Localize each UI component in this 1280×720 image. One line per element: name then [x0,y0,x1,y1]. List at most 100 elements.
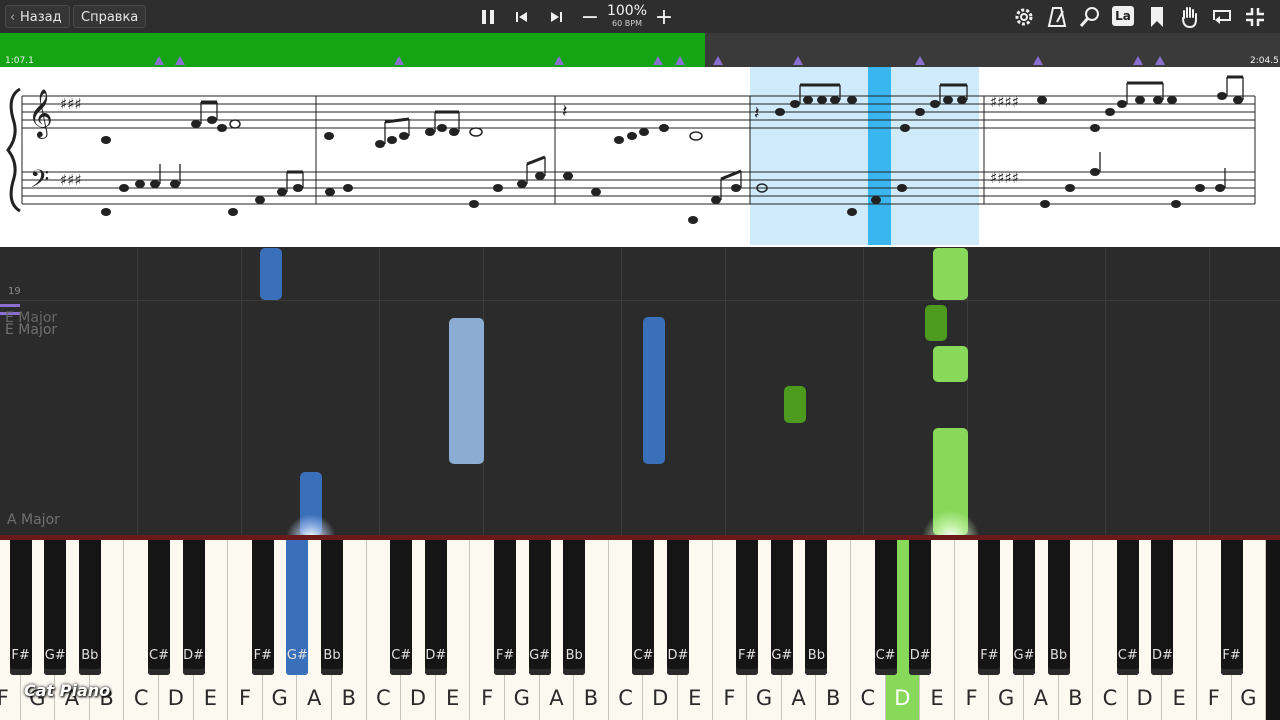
white-key-label: A [307,686,322,710]
right-hand-note [925,305,947,341]
tempo-decrease-button[interactable]: − [579,4,601,30]
black-key[interactable]: F# [978,540,1001,675]
white-key-label: B [1068,686,1083,710]
tempo-increase-button[interactable]: + [653,4,675,30]
key-guide-line [1105,248,1106,535]
bookmark-marker[interactable] [675,56,685,65]
black-key[interactable]: D# [1151,540,1174,675]
black-key[interactable]: C# [148,540,170,675]
fullscreen-exit-button[interactable] [1244,6,1266,28]
svg-text:♯♯♯: ♯♯♯ [60,171,82,189]
end-time: 2:04.5 [1250,56,1279,66]
black-key-label: G# [286,648,308,663]
black-key[interactable]: F# [1220,540,1243,675]
white-key-label: B [825,686,841,710]
loop-icon [1213,10,1231,24]
song-progress-bar[interactable]: 1:07.1 2:04.5 [0,33,1280,67]
help-button-label: Справка [81,10,139,25]
black-key[interactable]: C# [632,540,655,675]
bookmark-marker[interactable] [1133,56,1143,65]
white-key-label: E [203,686,218,710]
white-key-label: E [688,686,702,710]
bookmark-icon [1151,7,1163,27]
sheet-music-panel[interactable]: 𝄞 𝄢 ♯♯♯ ♯♯♯ ♯♯♯♯ ♯♯♯♯ 𝄽 𝄽 [0,67,1280,247]
black-key-label: C# [875,648,896,663]
bookmark-marker[interactable] [793,56,803,65]
zoom-button[interactable] [1079,6,1101,28]
bookmark-marker[interactable] [653,56,663,65]
black-key[interactable]: Bb [563,540,586,675]
piano-keyboard[interactable]: F G A B C D E F G A B C D E F G A B C D E F G A B C D E F G A B C D E F G F# G… [0,535,1280,720]
black-key-label: D# [1151,648,1173,663]
black-key[interactable]: F# [494,540,516,675]
black-key[interactable]: D# [909,540,932,675]
key-change-marker [0,304,20,307]
black-key[interactable]: Bb [321,540,343,675]
black-key-pressed[interactable]: G# [286,540,309,675]
next-button[interactable] [545,5,567,29]
bookmark-marker[interactable] [394,56,404,65]
plus-icon: + [654,4,674,30]
help-button[interactable]: Справка [73,5,147,28]
hand-button[interactable] [1179,6,1201,29]
black-key[interactable]: D# [667,540,689,675]
black-key[interactable]: Bb [1047,540,1070,675]
black-key-label: G# [44,648,66,663]
metronome-button[interactable] [1046,6,1068,28]
white-key-label: E [1172,686,1186,710]
black-key-label: C# [149,648,169,663]
top-toolbar: ‹ Назад Справка − 100% 60 BPM + La [0,0,1280,33]
white-key-label: B [341,686,356,710]
white-key-label: C [860,686,876,710]
tempo-bpm: 60 BPM [612,19,642,28]
tempo-display: 100% 60 BPM [604,4,650,29]
black-key[interactable]: D# [182,540,205,675]
black-key[interactable]: F# [251,540,274,675]
white-key-label: C [133,686,149,710]
settings-button[interactable] [1013,6,1035,28]
pause-button[interactable] [477,5,499,29]
black-key[interactable]: G# [528,540,551,675]
bookmark-marker[interactable] [915,56,925,65]
previous-button[interactable] [511,5,533,29]
left-hand-note [449,318,484,464]
svg-text:𝄞: 𝄞 [28,88,53,139]
bookmark-marker[interactable] [554,56,564,65]
bookmark-marker[interactable] [175,56,185,65]
note-labels-icon: La [1115,9,1131,23]
black-key[interactable]: F# [736,540,759,675]
black-key[interactable]: G# [44,540,67,675]
black-key[interactable]: C# [390,540,413,675]
back-button-label: Назад [20,10,62,25]
loop-button[interactable] [1211,6,1233,28]
black-key-label: C# [633,648,654,663]
falling-notes-area: 19 E Major E Major A Major [0,248,1280,535]
black-key[interactable]: F# [9,540,32,675]
black-key[interactable]: Bb [805,540,828,675]
black-key[interactable]: C# [874,540,897,675]
black-key[interactable]: G# [770,540,793,675]
black-key[interactable]: D# [424,540,447,675]
skip-back-icon [516,12,527,22]
key-guide-line [1209,248,1210,535]
black-key-label: Bb [565,648,583,663]
bookmark-marker[interactable] [1033,56,1043,65]
bookmark-marker[interactable] [154,56,164,65]
back-button[interactable]: ‹ Назад [5,5,70,28]
note-labels-button[interactable]: La [1112,6,1134,26]
white-key-label: G [513,686,530,710]
score-staff: 𝄞 𝄢 ♯♯♯ ♯♯♯ ♯♯♯♯ ♯♯♯♯ 𝄽 𝄽 [6,67,1256,245]
black-key-label: F# [1222,648,1241,663]
start-time: 1:07.1 [5,56,34,66]
minus-icon: − [580,4,600,30]
hand-icon [1182,7,1197,29]
bookmark-button[interactable] [1147,6,1169,28]
black-key[interactable]: C# [1116,540,1139,675]
black-key[interactable]: Bb [78,540,101,675]
bookmark-marker[interactable] [713,56,723,65]
left-hand-note [643,317,665,464]
black-key[interactable]: G# [1013,540,1035,675]
white-key-label: E [445,686,460,710]
pause-icon [482,10,494,24]
bookmark-marker[interactable] [1155,56,1165,65]
